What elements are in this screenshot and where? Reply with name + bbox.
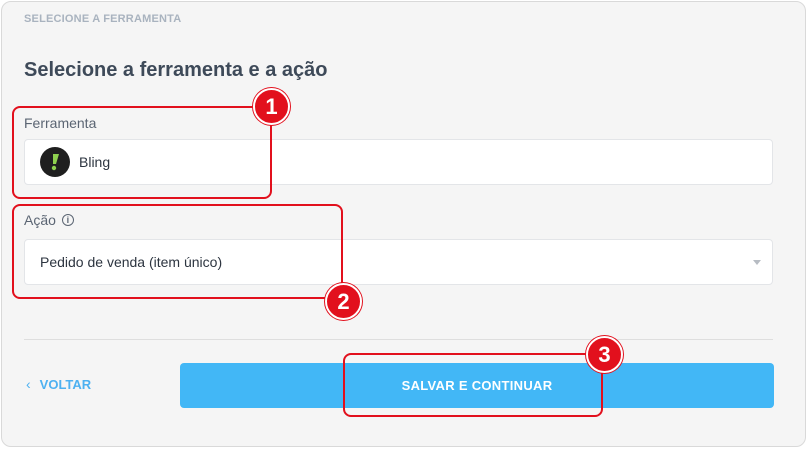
divider — [24, 339, 773, 340]
page-title: Selecione a ferramenta e a ação — [24, 59, 328, 81]
step-badge-3: 3 — [586, 336, 623, 373]
back-button[interactable]: ‹ VOLTAR — [26, 376, 91, 392]
step-badge-1: 1 — [253, 88, 290, 125]
section-label: SELECIONE A FERRAMENTA — [24, 13, 182, 25]
annotation-highlight-action — [12, 204, 343, 299]
annotation-highlight-tool — [12, 106, 272, 199]
back-button-label: VOLTAR — [39, 376, 92, 392]
step-badge-2: 2 — [325, 283, 362, 320]
caret-down-icon — [753, 260, 761, 265]
chevron-left-icon: ‹ — [26, 376, 31, 392]
annotation-highlight-submit — [343, 353, 603, 417]
